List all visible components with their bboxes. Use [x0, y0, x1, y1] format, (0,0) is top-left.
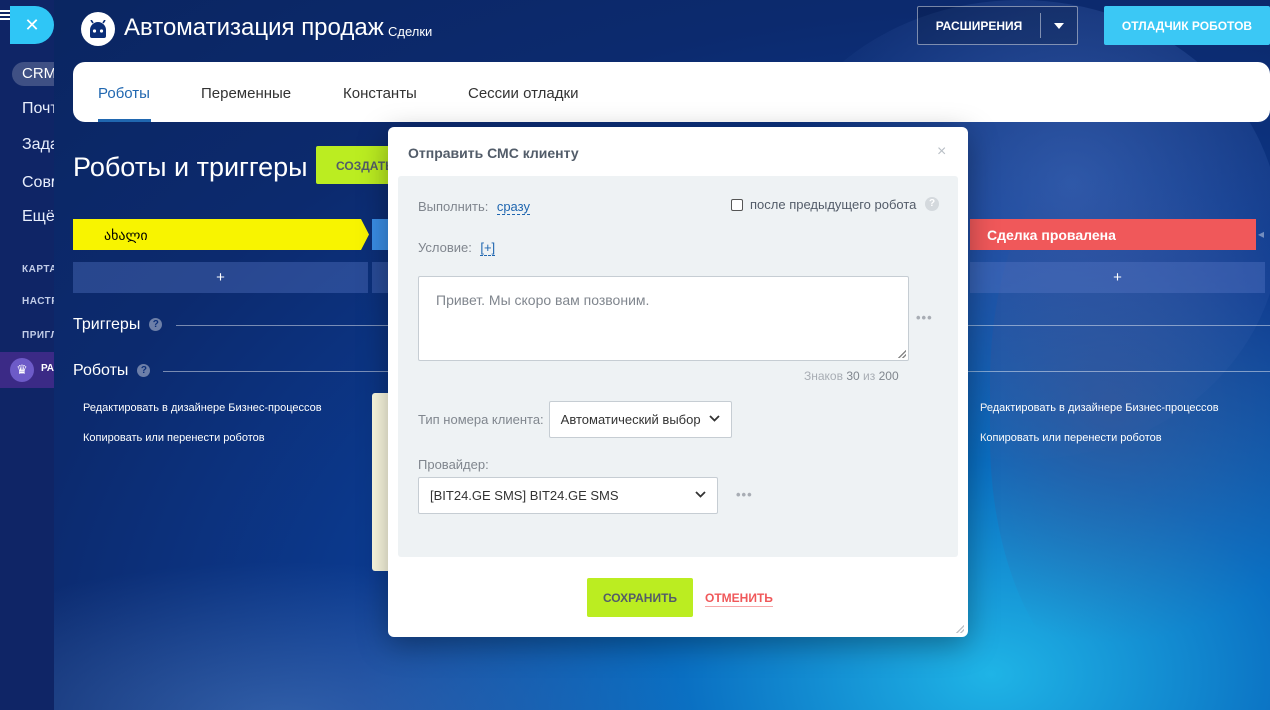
chevron-down-icon [709, 415, 720, 422]
sms-message-text: Привет. Мы скоро вам позвоним. [436, 292, 650, 308]
more-options-icon[interactable]: ••• [736, 487, 753, 502]
tab-constants[interactable]: Константы [343, 85, 417, 102]
help-icon[interactable]: ? [149, 318, 163, 332]
send-sms-dialog: Отправить СМС клиенту × Выполнить: сразу… [388, 127, 968, 637]
dialog-title: Отправить СМС клиенту [408, 145, 579, 161]
chevron-down-icon[interactable] [1041, 22, 1077, 29]
crown-icon: ♛ [10, 358, 34, 382]
help-icon[interactable]: ? [925, 197, 939, 211]
tab-robots[interactable]: Роботы [98, 85, 150, 102]
robots-label: Роботы [73, 362, 129, 379]
sidebar-item-tasks[interactable]: Задачи [22, 136, 54, 154]
menu-icon[interactable] [0, 8, 10, 22]
execute-label: Выполнить: [418, 199, 489, 214]
save-button[interactable]: СОХРАНИТЬ [587, 578, 693, 617]
tab-debug-sessions[interactable]: Сессии отладки [468, 85, 578, 102]
page-header-title: Автоматизация продаж [124, 14, 384, 41]
provider-select[interactable]: [BIT24.GE SMS] BIT24.GE SMS [418, 477, 718, 514]
after-previous-checkbox[interactable] [731, 198, 743, 211]
more-options-icon[interactable]: ••• [916, 310, 933, 325]
edit-in-designer-link[interactable]: Редактировать в дизайнере Бизнес-процесс… [980, 402, 1219, 414]
provider-label: Провайдер: [418, 457, 489, 472]
add-condition-link[interactable]: [+] [480, 240, 496, 256]
stage-scroll-edge[interactable]: ◂ [1258, 227, 1264, 241]
tab-variables[interactable]: Переменные [201, 85, 291, 102]
copy-move-robots-link[interactable]: Копировать или перенести роботов [980, 432, 1162, 444]
provider-value: [BIT24.GE SMS] BIT24.GE SMS [430, 488, 619, 503]
tabs-bar: Роботы Переменные Константы Сессии отлад… [73, 62, 1270, 122]
sidebar-item-more[interactable]: Ещё [22, 208, 54, 226]
phone-type-row: Тип номера клиента: Автоматический выбор [418, 401, 732, 438]
copy-move-robots-link[interactable]: Копировать или перенести роботов [83, 432, 265, 444]
sidebar-item-collab[interactable]: Совместно [22, 174, 54, 192]
stage-header-failed[interactable]: Сделка провалена [970, 219, 1256, 250]
counter-of: из [863, 369, 876, 383]
extensions-button[interactable]: РАСШИРЕНИЯ [917, 6, 1078, 45]
phone-type-label: Тип номера клиента: [418, 412, 544, 427]
sidebar-section-map[interactable]: КАРТА [22, 264, 54, 275]
chevron-down-icon [695, 491, 706, 498]
execute-row: Выполнить: сразу [418, 198, 530, 216]
resize-handle-icon[interactable] [956, 625, 964, 633]
condition-label: Условие: [418, 240, 472, 255]
cancel-button[interactable]: ОТМЕНИТЬ [705, 591, 773, 607]
phone-type-value: Автоматический выбор [560, 412, 701, 427]
sms-message-textarea[interactable]: Привет. Мы скоро вам позвоним. [418, 276, 909, 361]
divider [968, 325, 1270, 326]
triggers-label: Триггеры [73, 316, 141, 333]
edit-in-designer-link[interactable]: Редактировать в дизайнере Бизнес-процесс… [83, 402, 322, 414]
add-trigger-button[interactable]: + [970, 262, 1265, 293]
close-icon[interactable]: × [937, 143, 946, 161]
dialog-body: Выполнить: сразу после предыдущего робот… [398, 176, 958, 557]
page-title: Роботы и триггеры [73, 152, 308, 182]
sidebar-section-settings[interactable]: НАСТРОЙКИ [22, 296, 54, 307]
divider [968, 371, 1270, 372]
phone-type-select[interactable]: Автоматический выбор [548, 401, 732, 438]
sidebar-plan-label: РА [41, 363, 54, 374]
robot-debugger-button[interactable]: ОТЛАДЧИК РОБОТОВ [1104, 6, 1270, 45]
after-previous-robot-option[interactable]: после предыдущего робота [731, 197, 916, 212]
divider [163, 371, 388, 372]
after-previous-label: после предыдущего робота [750, 197, 917, 212]
active-tab-indicator [98, 119, 151, 122]
condition-row: Условие: [+] [418, 239, 496, 257]
add-trigger-button[interactable]: + [73, 262, 368, 293]
create-button[interactable]: СОЗДАТЬ [316, 146, 396, 184]
page-header-subtitle: Сделки [388, 24, 433, 39]
sidebar-plan-item[interactable]: ♛ РА [0, 352, 54, 388]
stage-header-new[interactable]: ახალი [73, 219, 369, 250]
close-sidebar-button[interactable]: ✕ [10, 6, 54, 44]
help-icon[interactable]: ? [137, 364, 151, 378]
triggers-heading: Триггеры? [73, 316, 163, 334]
counter-max: 200 [878, 369, 899, 383]
sidebar-section-invite[interactable]: ПРИГЛАСИТЬ [22, 330, 54, 341]
extensions-button-label: РАСШИРЕНИЯ [935, 18, 1023, 33]
sidebar-item-crm[interactable]: CRM [12, 62, 54, 86]
robots-heading: Роботы? [73, 362, 151, 380]
divider [176, 325, 388, 326]
counter-label: Знаков [804, 369, 843, 383]
execute-timing-link[interactable]: сразу [496, 199, 530, 215]
left-sidebar: ✕ CRM Почта Задачи Совместно Ещё КАРТА Н… [0, 0, 54, 710]
close-icon: ✕ [24, 14, 40, 35]
counter-count: 30 [846, 369, 860, 383]
resize-handle-icon[interactable] [898, 350, 906, 358]
character-counter: Знаков 30 из 200 [804, 369, 899, 383]
sidebar-item-mail[interactable]: Почта [22, 100, 54, 118]
robot-icon [81, 12, 115, 46]
